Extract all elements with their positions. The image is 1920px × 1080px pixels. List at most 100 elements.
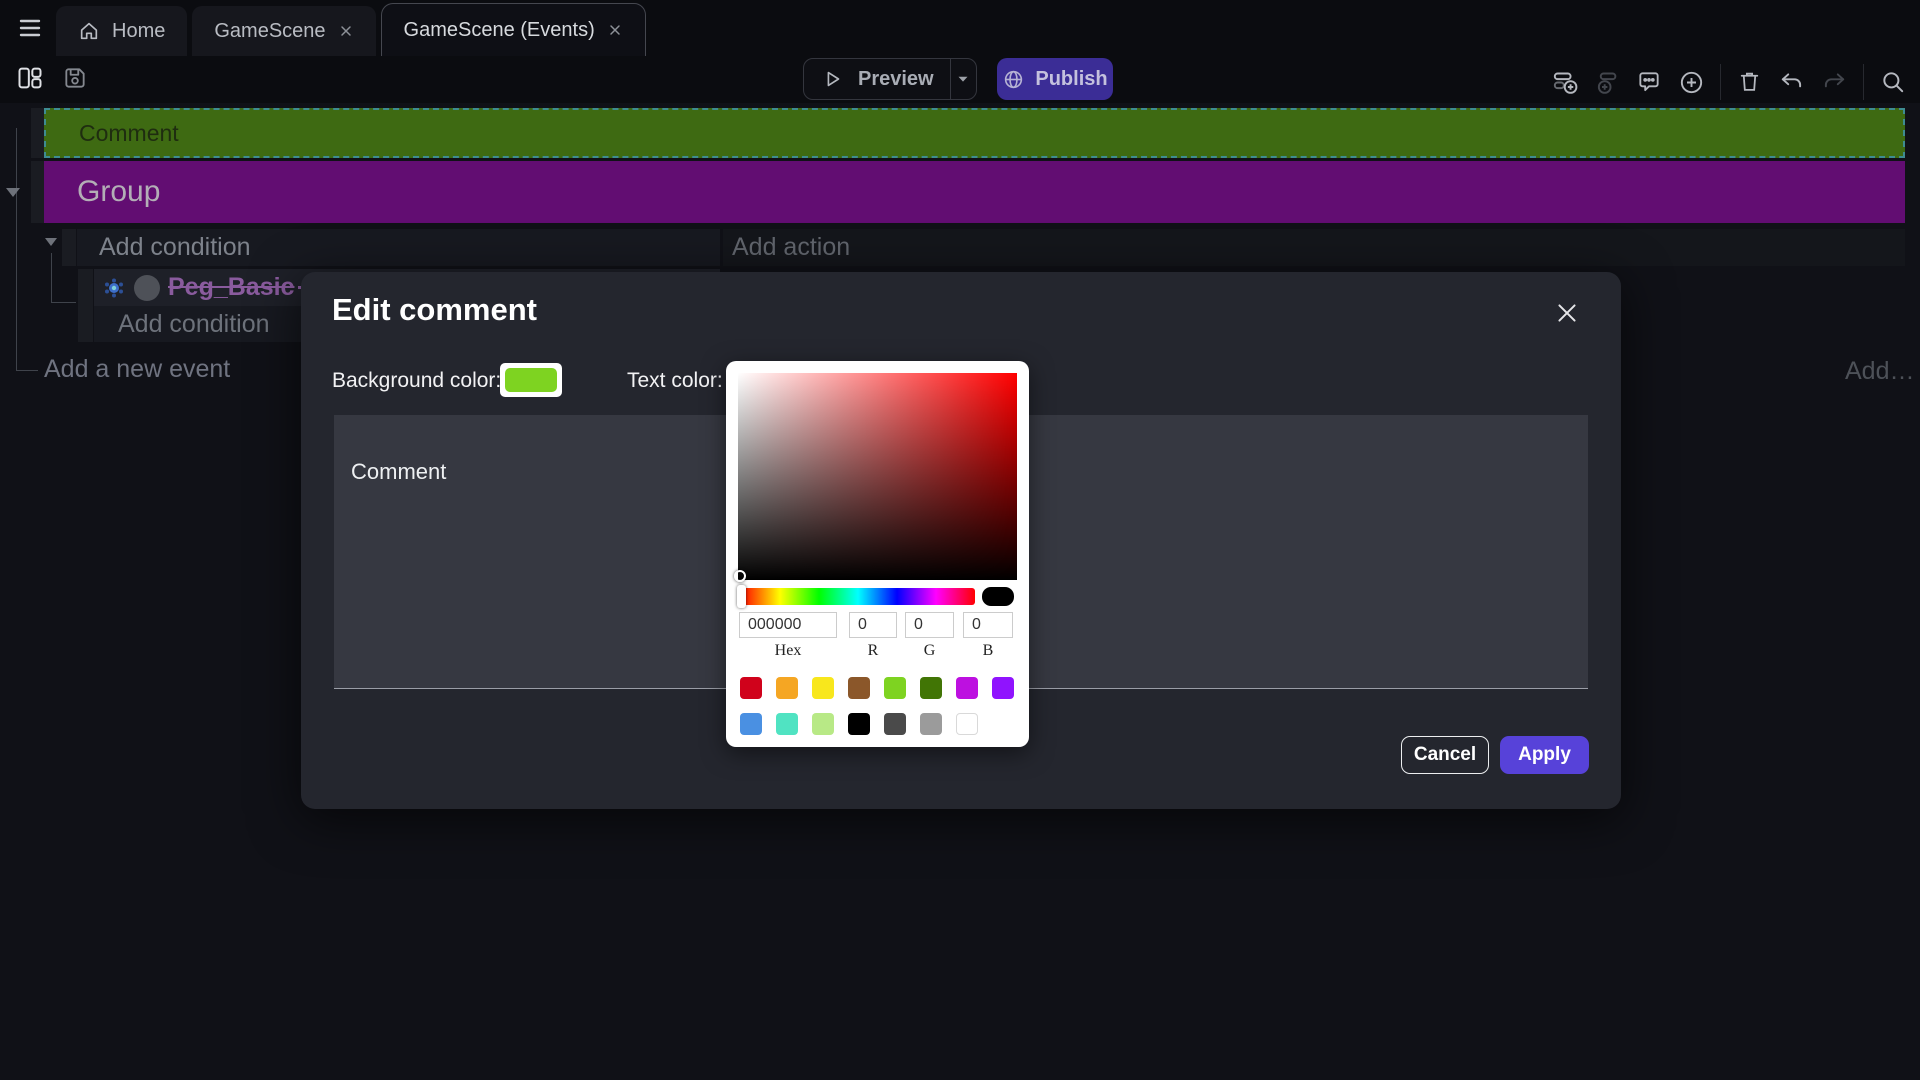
color-swatch-9013fe[interactable]: [992, 677, 1014, 699]
color-swatch-417505[interactable]: [920, 677, 942, 699]
tab-label: Home: [112, 20, 165, 43]
close-dialog-icon[interactable]: [1554, 300, 1580, 326]
apply-label: Apply: [1518, 744, 1571, 766]
preset-swatch-row: [740, 677, 1014, 699]
hue-slider[interactable]: [741, 588, 975, 605]
tab-label: GameScene (Events): [404, 19, 595, 42]
r-label: R: [849, 642, 897, 660]
collapse-arrow-icon[interactable]: [45, 238, 57, 246]
object-name: Peg_Basic: [168, 273, 294, 302]
add-action-label: Add action: [732, 233, 850, 262]
color-swatch-7ed321[interactable]: [884, 677, 906, 699]
comment-event-text: Comment: [79, 120, 179, 147]
collapse-arrow-icon[interactable]: [6, 188, 20, 197]
hex-label: Hex: [739, 642, 837, 660]
globe-icon: [1002, 68, 1025, 91]
group-event-text: Group: [77, 175, 160, 209]
tree-line: [51, 253, 52, 303]
redo-icon[interactable]: [1821, 69, 1847, 95]
add-action-truncated-link[interactable]: Add…: [1845, 356, 1914, 386]
save-icon[interactable]: [62, 63, 88, 89]
divider: [950, 58, 951, 100]
toolbar: Preview Publish: [0, 56, 1920, 103]
green-input[interactable]: [905, 612, 954, 638]
behavior-icon: [102, 275, 126, 301]
color-swatch-8b572a[interactable]: [848, 677, 870, 699]
add-condition-label: Add condition: [118, 310, 270, 339]
background-color-swatch[interactable]: [500, 363, 562, 397]
divider: [1720, 64, 1721, 100]
tab-gamescene-events[interactable]: GameScene (Events): [381, 3, 646, 56]
color-swatch-b8e986[interactable]: [812, 713, 834, 735]
home-icon: [78, 20, 100, 42]
choose-event-icon[interactable]: [1678, 69, 1704, 95]
color-swatch-4a90e2[interactable]: [740, 713, 762, 735]
search-icon[interactable]: [1880, 69, 1906, 95]
background-color-value: [505, 368, 557, 392]
play-icon: [822, 68, 844, 90]
group-event[interactable]: Group: [44, 161, 1905, 223]
preview-button[interactable]: Preview: [803, 58, 977, 100]
divider: [1863, 64, 1864, 100]
hex-input[interactable]: [739, 612, 837, 638]
object-thumbnail: [134, 275, 160, 301]
saturation-handle[interactable]: [734, 570, 746, 582]
color-picker-popup: Hex R G B: [726, 361, 1029, 747]
add-event-icon[interactable]: [1552, 69, 1578, 95]
add-new-event-label: Add a new event: [44, 355, 230, 384]
comment-event[interactable]: Comment: [44, 108, 1905, 158]
main-menu-icon[interactable]: [14, 16, 46, 40]
color-swatch-50e3c2[interactable]: [776, 713, 798, 735]
tab-label: GameScene: [214, 20, 325, 43]
delete-icon[interactable]: [1737, 69, 1763, 95]
b-label: B: [963, 642, 1013, 660]
dialog-title: Edit comment: [332, 292, 537, 328]
red-input[interactable]: [849, 612, 897, 638]
saturation-value-area[interactable]: [738, 373, 1017, 580]
tab-home[interactable]: Home: [56, 6, 187, 56]
apply-button[interactable]: Apply: [1500, 736, 1589, 774]
add-comment-icon[interactable]: [1636, 69, 1662, 95]
add-condition-link[interactable]: Add condition: [77, 229, 720, 266]
hue-slider-handle[interactable]: [737, 585, 746, 608]
cancel-button[interactable]: Cancel: [1401, 736, 1489, 774]
publish-button[interactable]: Publish: [997, 58, 1113, 100]
close-tab-icon[interactable]: [607, 22, 623, 38]
color-swatch-ffffff[interactable]: [956, 713, 978, 735]
close-tab-icon[interactable]: [338, 23, 354, 39]
add-new-event-link[interactable]: Add a new event: [44, 353, 230, 385]
preview-label: Preview: [858, 68, 934, 91]
color-swatch-f5a623[interactable]: [776, 677, 798, 699]
event-drag-handle[interactable]: [31, 161, 44, 223]
current-color-preview: [982, 587, 1014, 606]
color-swatch-000000[interactable]: [848, 713, 870, 735]
background-color-label: Background color:: [332, 369, 501, 393]
comment-textarea-value: Comment: [351, 459, 446, 485]
publish-label: Publish: [1035, 68, 1107, 91]
tab-bar: Home GameScene GameScene (Events): [56, 3, 646, 56]
tree-line: [16, 128, 17, 371]
gdevelop-app: Home GameScene GameScene (Events): [0, 0, 1920, 1080]
event-drag-handle[interactable]: [62, 229, 76, 266]
color-swatch-f8e71c[interactable]: [812, 677, 834, 699]
open-panels-icon[interactable]: [16, 63, 42, 89]
blue-input[interactable]: [963, 612, 1013, 638]
color-swatch-bd10e0[interactable]: [956, 677, 978, 699]
event-drag-handle[interactable]: [78, 269, 93, 342]
cancel-label: Cancel: [1414, 744, 1476, 766]
color-swatch-9b9b9b[interactable]: [920, 713, 942, 735]
color-swatch-4a4a4a[interactable]: [884, 713, 906, 735]
add-truncated-label: Add…: [1845, 357, 1914, 386]
preset-swatch-row: [740, 713, 978, 735]
chevron-down-icon[interactable]: [954, 70, 972, 88]
color-swatch-d0021b[interactable]: [740, 677, 762, 699]
add-condition-label: Add condition: [99, 233, 251, 262]
event-drag-handle[interactable]: [31, 108, 44, 158]
tree-line: [51, 302, 76, 303]
add-subevent-icon[interactable]: [1594, 69, 1620, 95]
undo-icon[interactable]: [1779, 69, 1805, 95]
tree-line: [16, 370, 38, 371]
g-label: G: [905, 642, 954, 660]
tab-gamescene[interactable]: GameScene: [192, 6, 375, 56]
add-action-link[interactable]: Add action: [723, 229, 1905, 266]
